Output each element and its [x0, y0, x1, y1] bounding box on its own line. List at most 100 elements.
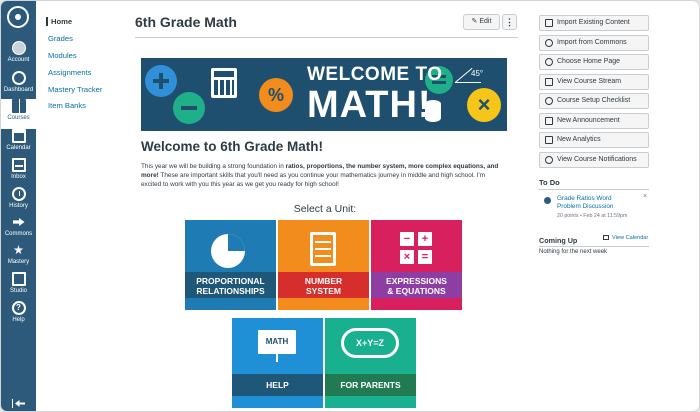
course-nav-home[interactable]: Home — [46, 17, 72, 26]
unit-tile-number-system[interactable]: NUMBER SYSTEM — [278, 220, 369, 310]
unit-tile-expressions-equations[interactable]: − + × = EXPRESSIONS & EQUATIONS — [371, 220, 462, 310]
global-nav-commons[interactable]: Commons — [1, 215, 36, 245]
global-nav-help[interactable]: ? Help — [1, 301, 36, 331]
minus-circle-icon — [173, 92, 205, 124]
commons-icon — [545, 39, 553, 47]
new-announcement-button[interactable]: New Announcement — [539, 113, 649, 129]
global-nav-history[interactable]: History — [1, 187, 36, 217]
unit-tile-proportional-relationships[interactable]: PROPORTIONAL RELATIONSHIPS — [185, 220, 276, 310]
todo-divider — [539, 189, 649, 190]
app-window: Account Dashboard Courses Calendar Inbox… — [1, 1, 699, 411]
page-title: 6th Grade Math — [135, 14, 237, 30]
unit-tile-help[interactable]: MATH HELP — [232, 318, 323, 408]
dashboard-icon — [11, 71, 26, 85]
course-nav: Home Grades Modules Assignments Mastery … — [36, 1, 129, 411]
todo-item-meta: 20 points • Feb 24 at 11:59pm — [557, 213, 628, 219]
global-nav-studio[interactable]: Studio — [1, 272, 36, 302]
speech-bubble-icon: X+Y=Z — [341, 328, 399, 358]
target-icon — [545, 58, 553, 66]
unit-label-line1: PROPORTIONAL — [196, 276, 265, 286]
presentation-board-icon: MATH — [258, 330, 296, 354]
import-existing-content-button[interactable]: Import Existing Content — [539, 15, 649, 31]
multiply-circle-icon: × — [467, 88, 501, 122]
unit-tile-label: FOR PARENTS — [325, 380, 416, 390]
analytics-icon — [545, 136, 553, 144]
welcome-heading: Welcome to 6th Grade Math! — [141, 139, 324, 154]
button-label: View Course Stream — [557, 78, 622, 85]
plus-circle-icon — [145, 65, 177, 97]
global-nav-account[interactable]: Account — [1, 41, 36, 71]
global-nav: Account Dashboard Courses Calendar Inbox… — [1, 1, 36, 411]
inbox-icon — [11, 158, 26, 172]
button-label: Choose Home Page — [557, 58, 621, 65]
view-course-stream-button[interactable]: View Course Stream — [539, 74, 649, 90]
angle-label: 45° — [471, 69, 484, 78]
announcement-icon — [545, 117, 553, 125]
angle-icon: 45° — [453, 66, 489, 84]
banner-heading-line2: MATH! — [307, 84, 432, 126]
global-nav-label: Dashboard — [3, 87, 34, 93]
unit-tile-label: EXPRESSIONS & EQUATIONS — [371, 276, 462, 296]
course-nav-modules[interactable]: Modules — [48, 51, 77, 60]
course-setup-checklist-button[interactable]: Course Setup Checklist — [539, 93, 649, 109]
collapse-nav-icon[interactable] — [12, 399, 25, 408]
unit-tile-for-parents[interactable]: X+Y=Z FOR PARENTS — [325, 318, 416, 408]
view-course-notifications-button[interactable]: View Course Notifications — [539, 152, 649, 168]
global-nav-label: Inbox — [11, 174, 26, 180]
banner-heading-line1: WELCOME TO — [307, 64, 443, 85]
commons-icon — [12, 215, 26, 229]
global-nav-label: Calendar — [6, 145, 31, 151]
bubble-text: X+Y=Z — [355, 338, 384, 348]
global-nav-mastery[interactable]: Mastery — [1, 243, 36, 273]
question-icon — [545, 97, 553, 105]
intro-text-end: These are important skills that you'll n… — [141, 172, 486, 189]
unit-label-line1: FOR PARENTS — [340, 380, 401, 390]
intro-paragraph: This year we will be building a strong f… — [141, 162, 506, 190]
edit-button-label: Edit — [479, 18, 492, 25]
button-label: Course Setup Checklist — [557, 97, 631, 104]
course-nav-grades[interactable]: Grades — [48, 34, 73, 43]
choose-home-page-button[interactable]: Choose Home Page — [539, 54, 649, 70]
import-from-commons-button[interactable]: Import from Commons — [539, 35, 649, 51]
global-nav-dashboard[interactable]: Dashboard — [1, 71, 36, 101]
unit-tile-label: NUMBER SYSTEM — [278, 276, 369, 296]
global-nav-courses[interactable]: Courses — [1, 99, 36, 129]
calendar-icon — [603, 235, 609, 241]
unit-label-line2: SYSTEM — [306, 286, 341, 296]
course-nav-assignments[interactable]: Assignments — [48, 68, 91, 77]
clock-icon — [11, 187, 26, 201]
board-text: MATH — [265, 337, 289, 346]
pie-chart-icon — [211, 234, 245, 268]
avatar-icon — [11, 41, 26, 55]
edit-button[interactable]: ✎ Edit — [463, 14, 500, 30]
view-calendar-label: View Calendar — [612, 235, 649, 241]
board-stand — [276, 354, 278, 362]
view-calendar-link[interactable]: View Calendar — [603, 235, 648, 241]
title-divider — [135, 37, 518, 38]
unit-label-line2: & EQUATIONS — [387, 286, 446, 296]
global-nav-inbox[interactable]: Inbox — [1, 158, 36, 188]
stream-icon — [545, 78, 553, 86]
coming-up-empty-text: Nothing for the next week — [539, 249, 608, 255]
course-nav-item-banks[interactable]: Item Banks — [48, 101, 86, 110]
more-options-button[interactable]: ⋮ — [502, 14, 517, 30]
dismiss-todo-icon[interactable]: × — [643, 193, 647, 200]
global-nav-calendar[interactable]: Calendar — [1, 129, 36, 159]
percent-circle-icon: % — [259, 78, 293, 112]
unit-label-line1: NUMBER — [304, 276, 343, 286]
global-nav-label: Commons — [4, 231, 33, 237]
todo-heading: To Do — [539, 178, 560, 187]
pencil-icon: ✎ — [471, 18, 478, 25]
bell-icon — [545, 156, 553, 164]
coming-up-heading: Coming Up — [539, 236, 578, 245]
studio-icon — [11, 272, 26, 286]
todo-item-link[interactable]: Grade Ratios Word Problem Discussion — [557, 195, 637, 211]
canvas-logo-icon[interactable] — [7, 6, 29, 28]
abacus-icon — [310, 232, 336, 266]
select-unit-heading: Select a Unit: — [293, 203, 357, 215]
button-label: Import Existing Content — [557, 19, 630, 26]
course-nav-mastery-tracker[interactable]: Mastery Tracker — [48, 85, 102, 94]
calendar-icon — [11, 129, 26, 143]
new-analytics-button[interactable]: New Analytics — [539, 132, 649, 148]
right-sidebar: Import Existing Content Import from Comm… — [537, 1, 699, 411]
